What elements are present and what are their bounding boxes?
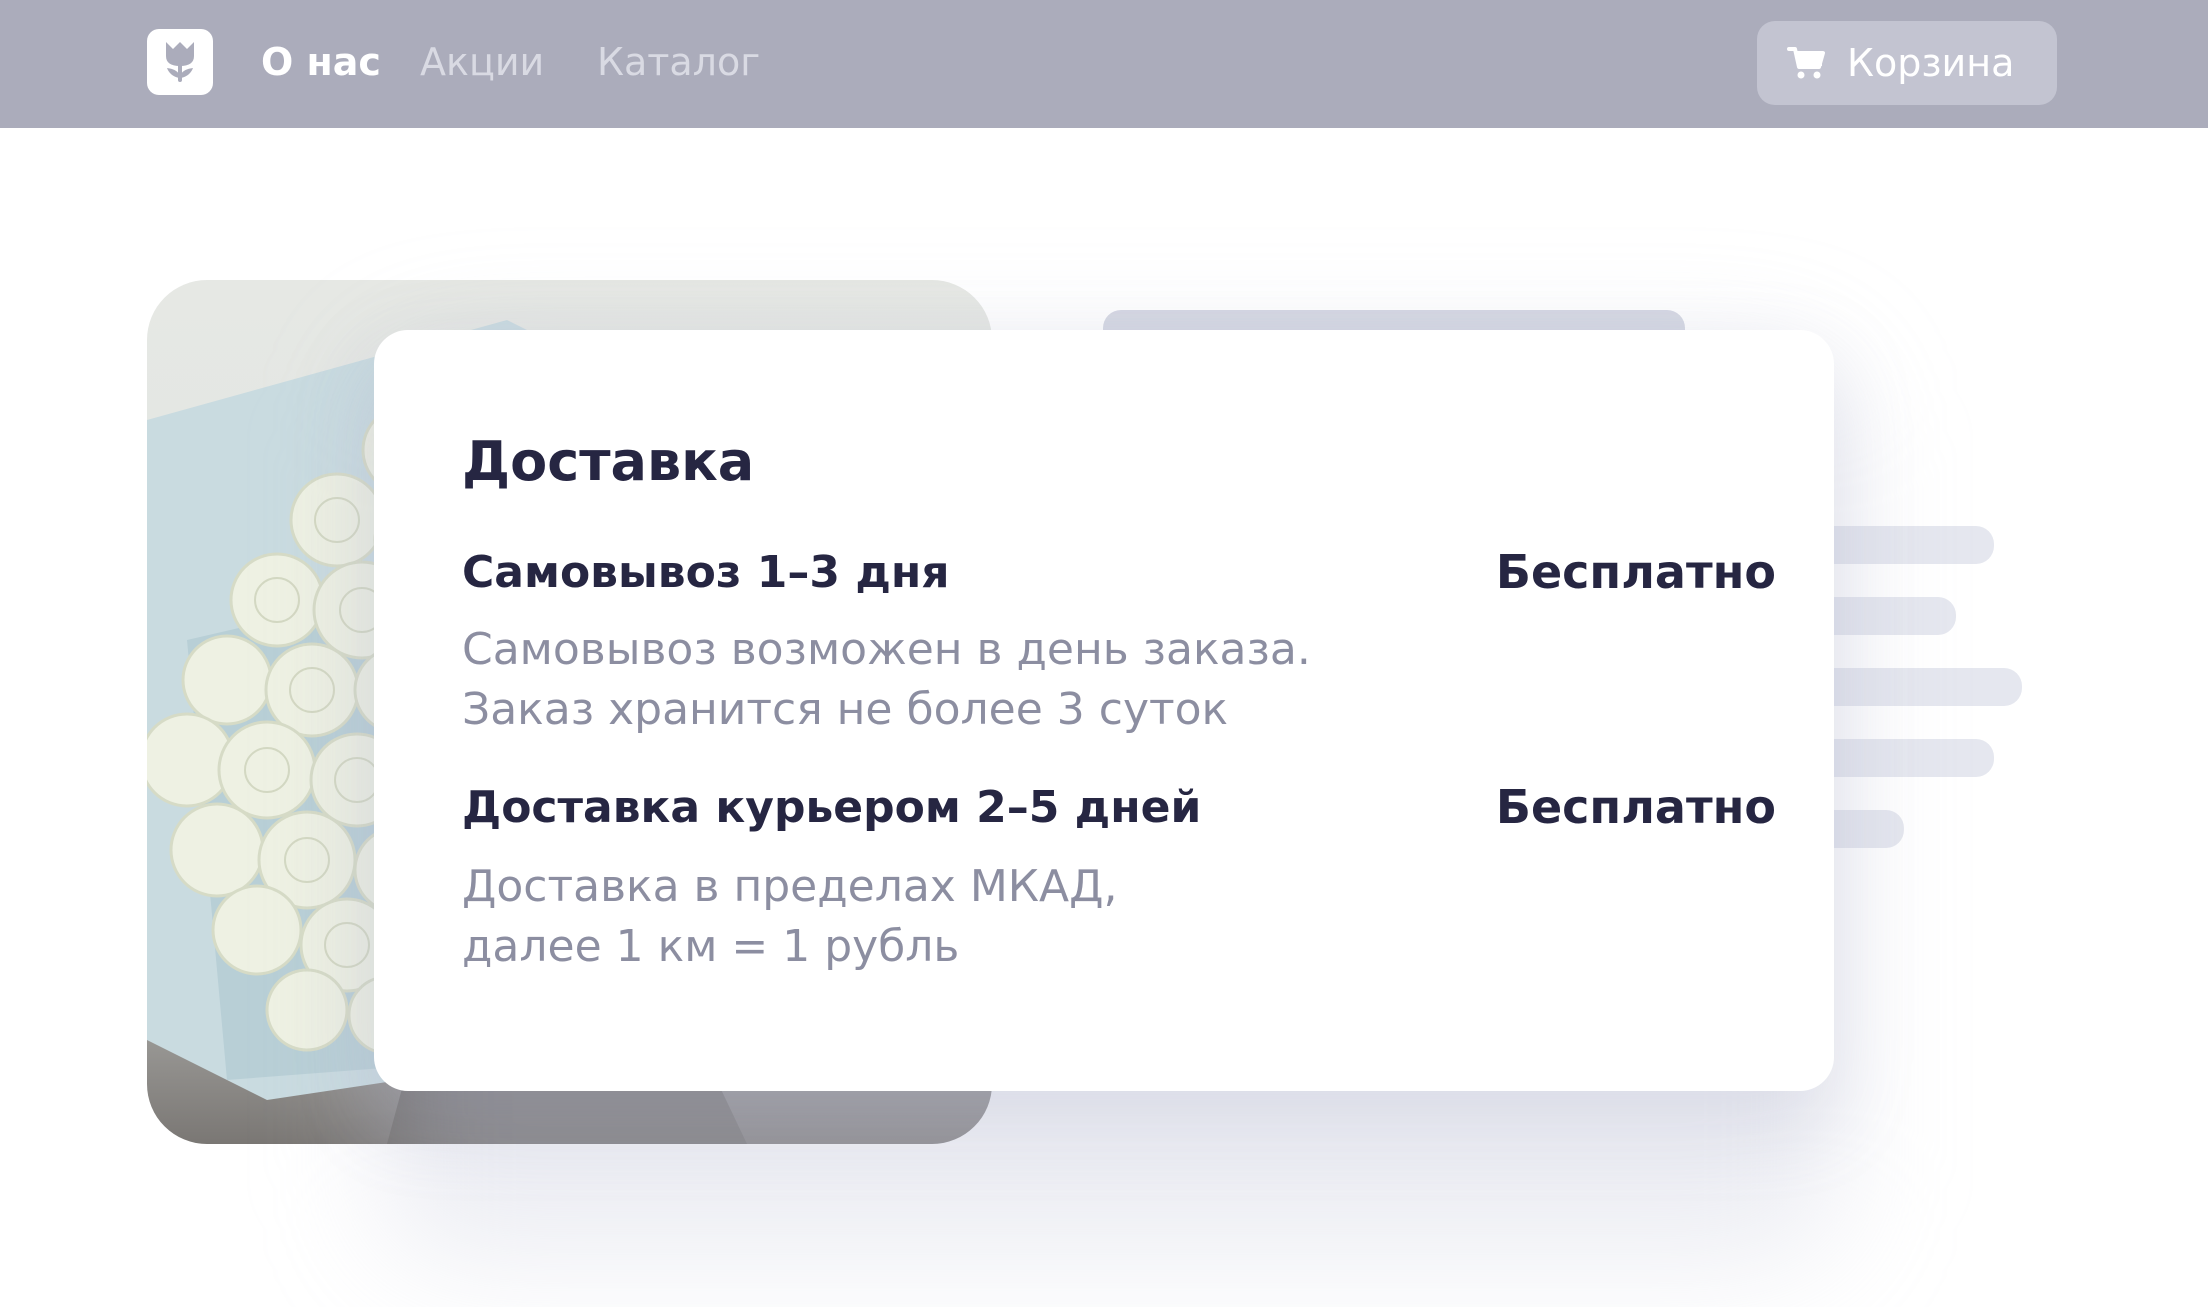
delivery-card: Доставка Самовывоз 1–3 дня Бесплатно Сам…: [374, 330, 1834, 1091]
nav-link-catalog[interactable]: Каталог: [597, 0, 760, 124]
courier-option-description: Доставка в пределах МКАД, далее 1 км = 1…: [462, 857, 1462, 977]
courier-option-price: Бесплатно: [1495, 780, 1776, 834]
courier-description-line: Доставка в пределах МКАД,: [462, 861, 1118, 912]
cart-button[interactable]: Корзина: [1757, 21, 2057, 105]
nav-link-promotions[interactable]: Акции: [420, 0, 544, 124]
logo[interactable]: [147, 29, 213, 95]
pickup-description-line: Заказ хранится не более 3 суток: [462, 684, 1229, 735]
pickup-option-title: Самовывоз 1–3 дня: [462, 547, 950, 598]
courier-description-line: далее 1 км = 1 рубль: [462, 921, 960, 972]
courier-option-title: Доставка курьером 2–5 дней: [462, 782, 1202, 833]
cart-label: Корзина: [1847, 41, 2015, 85]
pickup-option-price: Бесплатно: [1495, 545, 1776, 599]
pickup-description-line: Самовывоз возможен в день заказа.: [462, 624, 1311, 675]
top-navigation-bar: О нас Акции Каталог Корзина: [0, 0, 2208, 128]
cart-icon: [1787, 45, 1827, 81]
tulip-icon: [166, 42, 194, 82]
delivery-title: Доставка: [462, 430, 755, 493]
nav-link-about[interactable]: О нас: [261, 0, 381, 124]
pickup-option-description: Самовывоз возможен в день заказа. Заказ …: [462, 620, 1462, 740]
